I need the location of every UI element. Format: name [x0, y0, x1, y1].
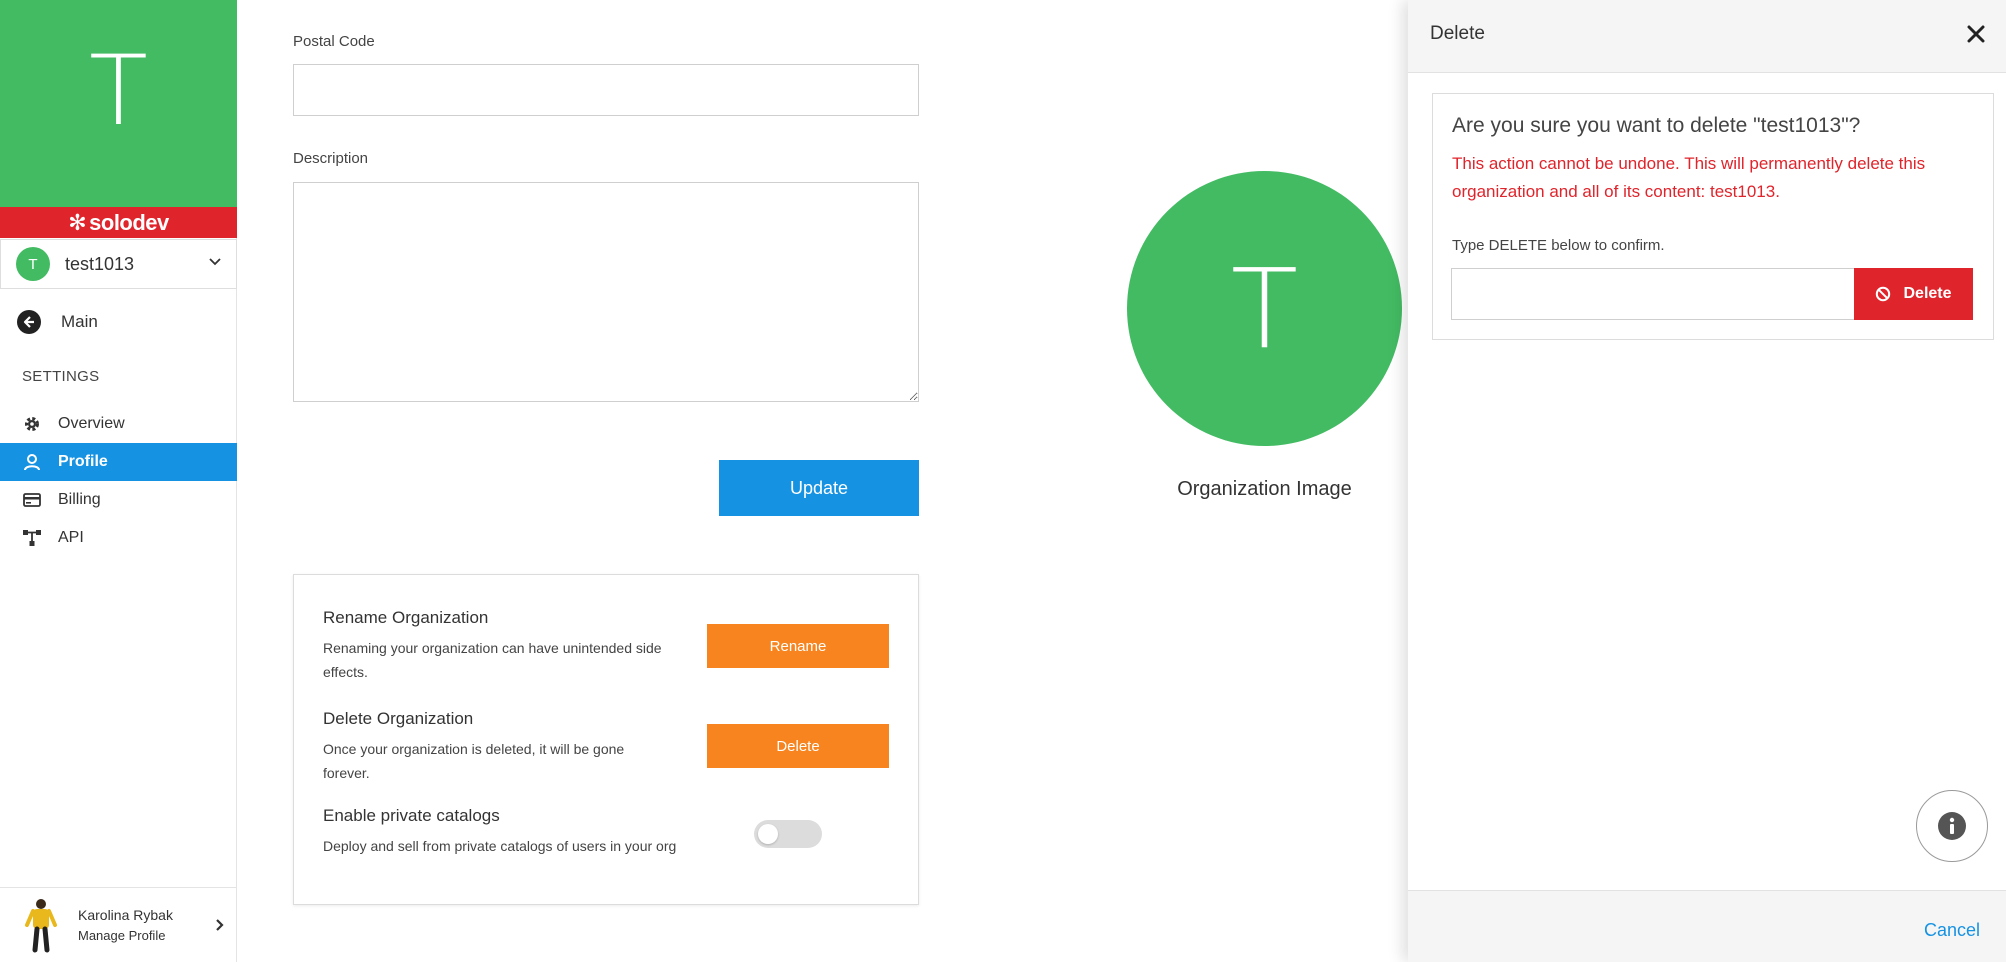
gear-icon — [22, 414, 42, 434]
delete-confirm-hint: Type DELETE below to confirm. — [1452, 237, 1665, 254]
delete-org-button[interactable]: Delete — [707, 724, 889, 768]
ban-icon — [1876, 286, 1891, 302]
manage-profile-link[interactable]: Manage Profile — [78, 928, 173, 943]
sidebar-item-api[interactable]: API — [0, 519, 237, 557]
org-avatar: T — [16, 247, 50, 281]
close-button[interactable] — [1962, 20, 1990, 48]
sidebar-item-main[interactable]: Main — [17, 310, 98, 334]
delete-confirm-card: Are you sure you want to delete "test101… — [1432, 93, 1994, 340]
sitemap-icon — [22, 528, 42, 548]
update-button[interactable]: Update — [719, 460, 919, 516]
rename-org-title: Rename Organization — [323, 608, 489, 627]
sidebar: T ✻ solodev T test1013 Main SETTINGS Ove… — [0, 0, 237, 962]
org-image-initial: T — [1230, 244, 1299, 373]
org-selector[interactable]: T test1013 — [0, 239, 237, 289]
sidebar-item-label: Main — [61, 312, 98, 331]
confirm-delete-label: Delete — [1903, 285, 1952, 302]
delete-org-description: Once your organization is deleted, it wi… — [323, 741, 625, 781]
avatar — [25, 899, 57, 953]
toggle-knob — [758, 824, 778, 844]
brand-logo-icon: ✻ — [68, 209, 87, 235]
private-catalogs-title: Enable private catalogs — [323, 806, 500, 825]
delete-confirm-question: Are you sure you want to delete "test101… — [1452, 114, 1861, 137]
drawer-footer: Cancel — [1408, 890, 2006, 962]
rename-org-description: Renaming your organization can have unin… — [323, 640, 662, 680]
close-icon — [1967, 25, 1985, 43]
arrow-left-icon — [17, 310, 41, 334]
organization-image[interactable]: T — [1127, 171, 1402, 446]
drawer-title: Delete — [1430, 23, 1485, 44]
cancel-link[interactable]: Cancel — [1924, 920, 1980, 941]
user-icon — [22, 452, 42, 472]
rename-button[interactable]: Rename — [707, 624, 889, 668]
chevron-right-icon — [216, 919, 224, 931]
org-selector-name: test1013 — [65, 253, 135, 274]
sidebar-item-label: Profile — [58, 453, 108, 470]
organization-image-caption: Organization Image — [1177, 478, 1352, 500]
delete-drawer: Delete Are you sure you want to delete "… — [1408, 0, 2006, 962]
sidebar-item-overview[interactable]: Overview — [0, 405, 237, 443]
delete-confirm-input[interactable] — [1451, 268, 1855, 320]
brand-bar: ✻ solodev — [0, 207, 237, 238]
org-logo-tile: T — [0, 0, 237, 207]
private-catalogs-description: Deploy and sell from private catalogs of… — [323, 838, 677, 854]
chevron-down-icon — [209, 258, 221, 266]
settings-heading: SETTINGS — [22, 368, 100, 385]
info-icon — [1938, 812, 1966, 840]
sidebar-item-label: Overview — [58, 415, 125, 432]
organization-actions-card: Rename Organization Renaming your organi… — [293, 574, 919, 905]
sidebar-item-billing[interactable]: Billing — [0, 481, 237, 519]
description-textarea[interactable] — [293, 182, 919, 402]
delete-warning-text: This action cannot be undone. This will … — [1452, 154, 1926, 201]
postal-code-label: Postal Code — [293, 33, 375, 50]
private-catalogs-toggle[interactable] — [754, 820, 822, 848]
confirm-delete-button[interactable]: Delete — [1854, 268, 1973, 320]
user-name: Karolina Rybak — [78, 907, 173, 923]
drawer-header: Delete — [1408, 0, 2006, 73]
user-profile-footer[interactable]: Karolina Rybak Manage Profile — [0, 887, 237, 962]
info-button[interactable] — [1916, 790, 1988, 862]
sidebar-item-profile[interactable]: Profile — [0, 443, 237, 481]
postal-code-input[interactable] — [293, 64, 919, 116]
sidebar-item-label: Billing — [58, 491, 101, 508]
description-label: Description — [293, 150, 369, 167]
sidebar-item-label: API — [58, 529, 84, 546]
delete-org-title: Delete Organization — [323, 709, 474, 728]
credit-card-icon — [22, 490, 42, 510]
org-initial: T — [89, 34, 148, 147]
brand-name: solodev — [89, 209, 169, 235]
